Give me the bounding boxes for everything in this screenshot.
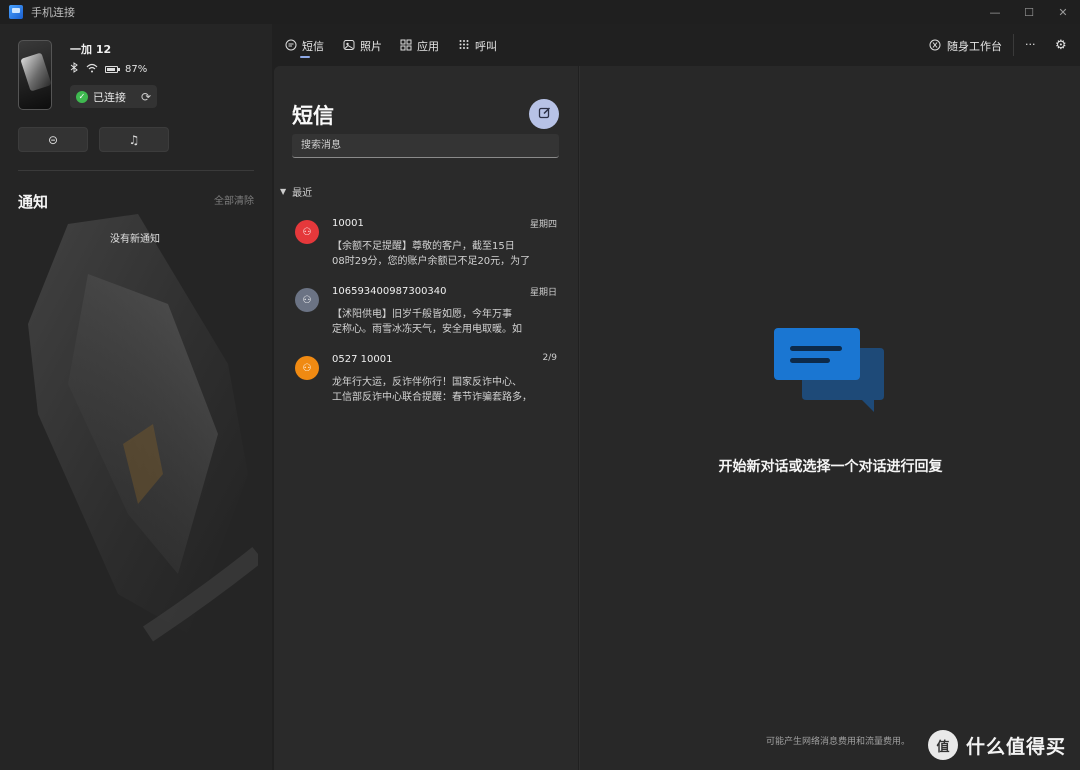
conversation-date: 2/9 <box>542 353 557 363</box>
messages-panel: 短信 ▼ 最近 ⚇ 10001 星期四 【余额不足提醒】尊敬的客户，截至15日 … <box>274 66 578 770</box>
tab-messages-label: 短信 <box>302 40 324 53</box>
person-icon: ⚇ <box>302 294 312 306</box>
checkmark-icon: ✓ <box>76 90 88 103</box>
person-icon: ⚇ <box>302 226 312 238</box>
close-button[interactable]: ✕ <box>1046 0 1080 24</box>
conversation-preview-line: 【余额不足提醒】尊敬的客户，截至15日 <box>332 241 515 252</box>
conversation-name: 0527 10001 <box>332 354 393 365</box>
device-status-row: 87% <box>70 62 147 76</box>
photo-icon <box>343 39 355 54</box>
more-icon: ··· <box>1025 38 1036 51</box>
tab-photos-label: 照片 <box>360 40 382 53</box>
minimize-button[interactable]: — <box>978 0 1012 24</box>
watermark: 值 什么值得买 <box>927 730 1066 760</box>
conversation-preview-line: 【沭阳供电】旧岁千般皆如愿，今年万事 <box>332 309 512 320</box>
compose-icon <box>538 106 551 123</box>
tab-apps[interactable]: 应用 <box>400 38 439 54</box>
tab-messages[interactable]: 短信 <box>285 38 324 54</box>
conversation-item[interactable]: ⚇ 0527 10001 2/9 龙年行大运，反诈伴你行！国家反诈中心、 工信部… <box>274 350 578 408</box>
compose-button[interactable] <box>529 99 559 129</box>
no-notifications-text: 没有新通知 <box>110 234 160 245</box>
phone-thumbnail[interactable] <box>18 40 52 110</box>
tab-apps-label: 应用 <box>417 40 439 53</box>
avatar: ⚇ <box>295 220 319 244</box>
conversation-name: 10001 <box>332 218 364 229</box>
conversation-preview-line: 定称心。雨雪冰冻天气，安全用电取暖。如 <box>332 324 522 335</box>
audio-button[interactable]: ♫ <box>99 127 169 152</box>
tab-calls[interactable]: 呼叫 <box>458 38 497 54</box>
search-input[interactable] <box>292 134 559 158</box>
workspace-button[interactable]: 随身工作台 <box>929 38 1002 54</box>
clear-all-link[interactable]: 全部清除 <box>214 192 254 207</box>
music-note-icon: ♫ <box>128 132 140 147</box>
wifi-icon <box>86 63 98 76</box>
conversation-date: 星期四 <box>529 220 557 230</box>
left-panel: 一加 12 87% ✓ 已连接 ⟳ ⊝ ♫ 通知 全部清除 没有新通知 <box>0 24 272 770</box>
conversation-item[interactable]: ⚇ 10001 星期四 【余额不足提醒】尊敬的客户，截至15日 08时29分，您… <box>274 214 578 272</box>
settings-button[interactable]: ⚙ <box>1055 38 1067 53</box>
app-logo-icon <box>9 5 23 19</box>
person-icon: ⚇ <box>302 362 312 374</box>
top-nav: 短信 照片 应用 呼叫 随身工作台 ··· ⚙ <box>272 24 1080 66</box>
nav-divider <box>1013 34 1014 56</box>
bluetooth-icon <box>70 62 79 76</box>
window-controls: — ☐ ✕ <box>978 0 1080 24</box>
tab-photos[interactable]: 照片 <box>343 38 382 54</box>
conversation-name: 106593400987300340 <box>332 286 447 297</box>
refresh-icon[interactable]: ⟳ <box>141 90 151 104</box>
workspace-label: 随身工作台 <box>947 40 1002 53</box>
gear-icon: ⚙ <box>1055 38 1067 53</box>
more-options-button[interactable]: ··· <box>1025 38 1036 51</box>
active-tab-indicator <box>300 56 310 58</box>
conversation-detail-pane: 开始新对话或选择一个对话进行回复 可能产生网络消息费用和流量费用。 值 什么值得… <box>579 66 1080 770</box>
battery-icon <box>105 65 120 73</box>
divider <box>18 170 254 171</box>
dialpad-icon <box>458 39 470 54</box>
maximize-button[interactable]: ☐ <box>1012 0 1046 24</box>
avatar: ⚇ <box>295 356 319 380</box>
recent-section-label: 最近 <box>292 188 313 199</box>
messages-title: 短信 <box>292 104 334 128</box>
title-bar: 手机连接 — ☐ ✕ <box>0 0 1080 24</box>
battery-level: 87% <box>125 63 148 75</box>
workspace-icon <box>929 39 941 54</box>
conversation-date: 星期日 <box>529 288 557 298</box>
chat-bubbles-icon <box>774 328 884 412</box>
do-not-disturb-icon: ⊝ <box>47 132 59 147</box>
fees-note: 可能产生网络消息费用和流量费用。 <box>765 737 910 747</box>
apps-icon <box>400 39 412 54</box>
connection-status-badge: ✓ 已连接 ⟳ <box>70 85 157 108</box>
watermark-text: 什么值得买 <box>965 735 1066 758</box>
conversation-preview-line: 工信部反诈中心联合提醒：春节诈骗套路多， <box>332 392 532 403</box>
app-title: 手机连接 <box>31 6 75 19</box>
conversation-preview-line: 龙年行大运，反诈伴你行！国家反诈中心、 <box>332 377 522 388</box>
watermark-logo: 值 <box>927 730 958 760</box>
message-icon <box>285 39 297 54</box>
tab-calls-label: 呼叫 <box>475 40 497 53</box>
conversation-preview-line: 08时29分，您的账户余额已不足20元，为了 <box>332 256 531 267</box>
crystal-wallpaper-art <box>28 214 258 642</box>
connection-status-label: 已连接 <box>93 90 126 104</box>
avatar: ⚇ <box>295 288 319 312</box>
notifications-title: 通知 <box>18 193 49 211</box>
recent-section-header[interactable]: ▼ 最近 <box>280 184 312 199</box>
device-name: 一加 12 <box>70 43 112 56</box>
do-not-disturb-button[interactable]: ⊝ <box>18 127 88 152</box>
conversation-item[interactable]: ⚇ 106593400987300340 星期日 【沭阳供电】旧岁千般皆如愿，今… <box>274 282 578 340</box>
collapse-triangle-icon: ▼ <box>280 187 287 196</box>
empty-state-text: 开始新对话或选择一个对话进行回复 <box>718 459 943 475</box>
